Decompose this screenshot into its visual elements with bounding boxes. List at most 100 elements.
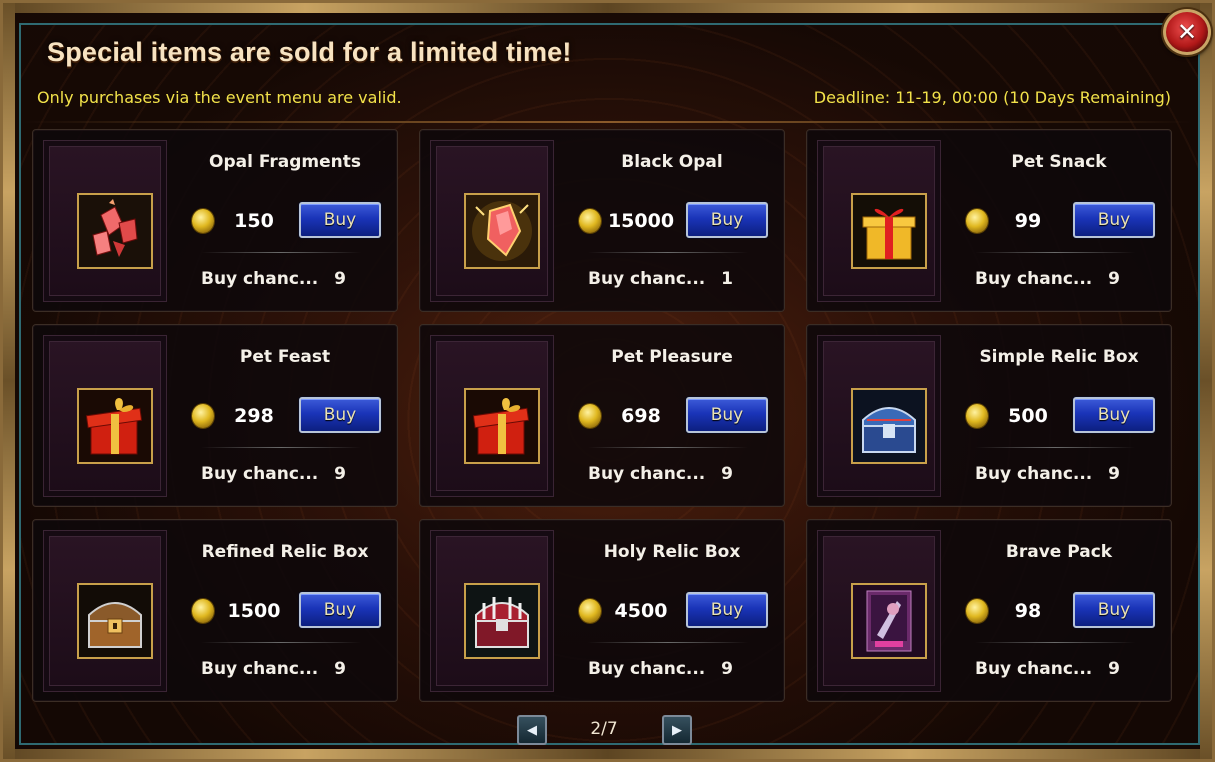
item-icon-frame[interactable] bbox=[464, 388, 540, 464]
gift-box-red-icon bbox=[79, 390, 151, 462]
next-page-button[interactable]: ▶ bbox=[662, 715, 692, 745]
item-icon-slot bbox=[430, 335, 554, 497]
shop-item-card-holy-relic-box: Holy Relic Box 4500 Buy Buy chanc... 9 bbox=[419, 519, 785, 702]
card-divider bbox=[975, 252, 1135, 253]
item-name: Brave Pack bbox=[1005, 542, 1113, 562]
gold-coin-icon bbox=[579, 404, 601, 428]
arrow-left-icon: ◀ bbox=[527, 722, 537, 738]
deadline-text: Deadline: 11-19, 00:00 (10 Days Remainin… bbox=[813, 88, 1171, 107]
arrow-right-icon: ▶ bbox=[672, 722, 682, 738]
window-title: Special items are sold for a limited tim… bbox=[47, 37, 572, 67]
buy-button[interactable]: Buy bbox=[1073, 592, 1155, 628]
item-price: 500 bbox=[1008, 405, 1048, 427]
buy-chance-label: Buy chanc... bbox=[975, 659, 1093, 679]
shop-item-card-brave-pack: Brave Pack 98 Buy Buy chanc... 9 bbox=[806, 519, 1172, 702]
buy-button[interactable]: Buy bbox=[1073, 202, 1155, 238]
card-divider bbox=[588, 447, 748, 448]
item-icon-slot bbox=[817, 140, 941, 302]
item-price: 150 bbox=[234, 210, 274, 232]
item-icon-frame[interactable] bbox=[851, 193, 927, 269]
card-divider bbox=[201, 447, 361, 448]
item-icon-slot bbox=[430, 140, 554, 302]
buy-chance-value: 9 bbox=[334, 464, 346, 484]
buy-button[interactable]: Buy bbox=[686, 397, 768, 433]
buy-button[interactable]: Buy bbox=[299, 397, 381, 433]
item-price: 1500 bbox=[227, 600, 281, 622]
buy-button[interactable]: Buy bbox=[686, 202, 768, 238]
header-divider bbox=[23, 121, 1192, 123]
item-price: 15000 bbox=[607, 210, 675, 232]
buy-chance-label: Buy chanc... bbox=[588, 269, 706, 289]
gift-box-icon bbox=[853, 195, 925, 267]
item-price: 298 bbox=[234, 405, 274, 427]
prev-page-button[interactable]: ◀ bbox=[517, 715, 547, 745]
gold-coin-icon bbox=[966, 209, 988, 233]
shop-item-card-simple-relic-box: Simple Relic Box 500 Buy Buy chanc... 9 bbox=[806, 324, 1172, 507]
item-icon-frame[interactable] bbox=[464, 193, 540, 269]
item-name: Simple Relic Box bbox=[979, 347, 1139, 367]
item-icon-slot bbox=[43, 140, 167, 302]
event-shop-window: Special items are sold for a limited tim… bbox=[0, 0, 1215, 762]
gold-coin-icon bbox=[966, 404, 988, 428]
item-name: Opal Fragments bbox=[209, 152, 361, 172]
gift-box-red-icon bbox=[466, 390, 538, 462]
item-name: Refined Relic Box bbox=[201, 542, 369, 562]
item-name: Black Opal bbox=[621, 152, 723, 172]
item-price: 698 bbox=[621, 405, 661, 427]
buy-chance-value: 9 bbox=[334, 659, 346, 679]
buy-button[interactable]: Buy bbox=[299, 202, 381, 238]
buy-button[interactable]: Buy bbox=[1073, 397, 1155, 433]
item-icon-frame[interactable] bbox=[77, 388, 153, 464]
buy-button[interactable]: Buy bbox=[299, 592, 381, 628]
item-icon-frame[interactable] bbox=[851, 388, 927, 464]
buy-chance-value: 9 bbox=[1108, 659, 1120, 679]
buy-chance-label: Buy chanc... bbox=[588, 659, 706, 679]
shop-item-card-pet-snack: Pet Snack 99 Buy Buy chanc... 9 bbox=[806, 129, 1172, 312]
item-price: 98 bbox=[1014, 600, 1042, 622]
card-divider bbox=[201, 252, 361, 253]
item-icon-frame[interactable] bbox=[464, 583, 540, 659]
item-icon-slot bbox=[43, 530, 167, 692]
card-divider bbox=[201, 642, 361, 643]
item-price: 4500 bbox=[614, 600, 668, 622]
gold-coin-icon bbox=[192, 599, 214, 623]
gold-coin-icon bbox=[192, 404, 214, 428]
buy-chance-value: 9 bbox=[1108, 464, 1120, 484]
shop-item-card-opal-fragments: Opal Fragments 150 Buy Buy chanc... 9 bbox=[32, 129, 398, 312]
item-icon-frame[interactable] bbox=[77, 583, 153, 659]
item-name: Pet Pleasure bbox=[611, 347, 733, 367]
opal-fragments-icon bbox=[79, 195, 151, 267]
item-icon-slot bbox=[817, 530, 941, 692]
gold-coin-icon bbox=[966, 599, 988, 623]
blue-chest-icon bbox=[853, 390, 925, 462]
gold-chest-icon bbox=[79, 585, 151, 657]
buy-chance-label: Buy chanc... bbox=[201, 269, 319, 289]
shop-item-card-refined-relic-box: Refined Relic Box 1500 Buy Buy chanc... … bbox=[32, 519, 398, 702]
shop-item-card-black-opal: Black Opal 15000 Buy Buy chanc... 1 bbox=[419, 129, 785, 312]
gold-coin-icon bbox=[579, 599, 601, 623]
close-button[interactable]: ✕ bbox=[1163, 9, 1211, 55]
buy-chance-label: Buy chanc... bbox=[975, 269, 1093, 289]
buy-chance-label: Buy chanc... bbox=[201, 659, 319, 679]
page-indicator: 2/7 bbox=[590, 719, 618, 739]
close-icon: ✕ bbox=[1176, 18, 1198, 46]
item-icon-frame[interactable] bbox=[851, 583, 927, 659]
item-name: Pet Feast bbox=[239, 347, 331, 367]
red-chest-icon bbox=[466, 585, 538, 657]
buy-chance-label: Buy chanc... bbox=[975, 464, 1093, 484]
gold-coin-icon bbox=[579, 209, 601, 233]
buy-chance-value: 9 bbox=[334, 269, 346, 289]
item-icon-frame[interactable] bbox=[77, 193, 153, 269]
buy-chance-value: 9 bbox=[1108, 269, 1120, 289]
card-divider bbox=[975, 447, 1135, 448]
buy-chance-label: Buy chanc... bbox=[201, 464, 319, 484]
event-note: Only purchases via the event menu are va… bbox=[37, 88, 402, 107]
shop-item-card-pet-pleasure: Pet Pleasure 698 Buy Buy chanc... 9 bbox=[419, 324, 785, 507]
card-divider bbox=[588, 642, 748, 643]
buy-chance-value: 9 bbox=[721, 659, 733, 679]
item-icon-slot bbox=[817, 335, 941, 497]
buy-button[interactable]: Buy bbox=[686, 592, 768, 628]
item-name: Holy Relic Box bbox=[603, 542, 741, 562]
item-name: Pet Snack bbox=[1011, 152, 1107, 172]
item-icon-slot bbox=[43, 335, 167, 497]
